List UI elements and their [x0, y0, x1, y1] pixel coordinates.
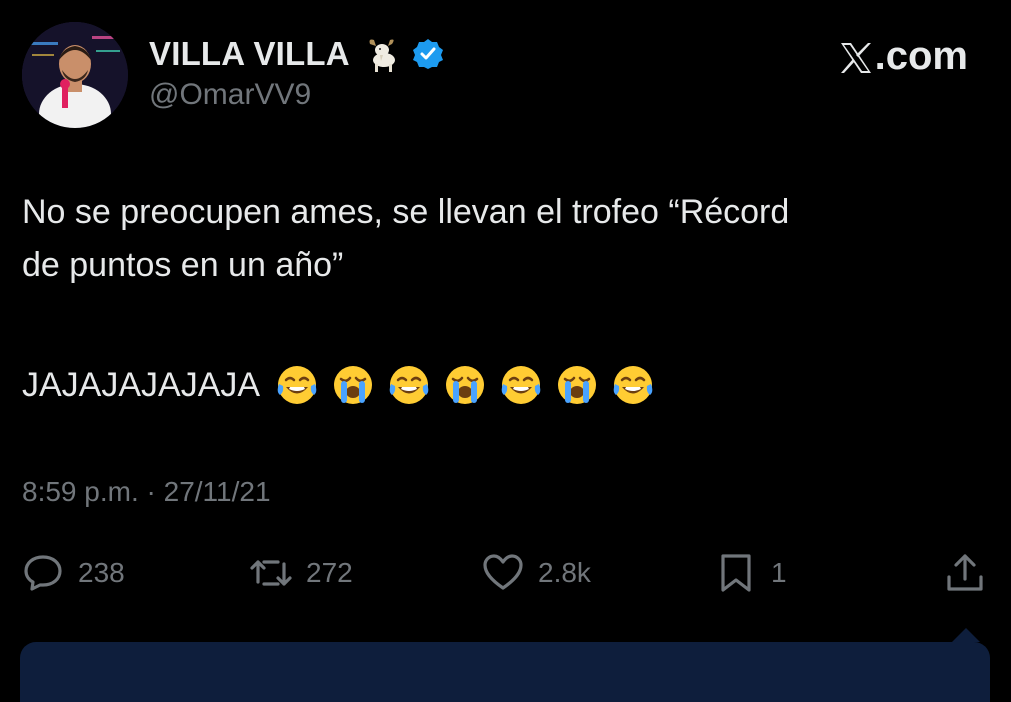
source-label: .com	[839, 34, 968, 79]
reply-button[interactable]: 238	[22, 552, 125, 594]
loudly-crying-face-icon	[442, 362, 488, 408]
goat-emoji-icon	[362, 34, 402, 74]
bottom-bar-notch	[952, 628, 980, 642]
tweet-text-line: No se preocupen ames, se llevan el trofe…	[22, 193, 790, 231]
author-block: VILLA VILLA @OmarVV9	[149, 32, 444, 112]
tweet-header: VILLA VILLA @OmarVV9 .com	[20, 20, 990, 132]
face-with-tears-of-joy-icon	[610, 362, 656, 408]
action-bar: 238 272 2.8k 1	[22, 552, 988, 598]
bookmark-button[interactable]: 1	[715, 552, 787, 594]
source-domain: .com	[874, 34, 968, 78]
name-row: VILLA VILLA	[149, 32, 444, 76]
verified-badge-icon	[412, 38, 444, 70]
tweet-text-line: de puntos en un año”	[22, 245, 344, 284]
tweet-date: 27/11/21	[163, 476, 271, 507]
laugh-text: JAJAJAJAJAJA	[22, 365, 261, 404]
display-name[interactable]: VILLA VILLA	[149, 35, 350, 73]
share-button[interactable]	[944, 552, 986, 594]
like-count: 2.8k	[538, 557, 591, 588]
x-logo-icon	[839, 40, 873, 74]
bottom-panel	[20, 642, 990, 702]
emoji-row	[274, 362, 666, 408]
share-icon	[947, 554, 983, 591]
bookmark-icon	[721, 554, 751, 592]
retweet-icon	[250, 560, 292, 586]
face-with-tears-of-joy-icon	[274, 362, 320, 408]
timestamp-separator: ·	[146, 476, 156, 507]
retweet-button[interactable]: 272	[250, 552, 353, 594]
tweet-timestamp[interactable]: 8:59 p.m. · 27/11/21	[22, 476, 271, 508]
bookmark-count: 1	[771, 557, 787, 588]
avatar[interactable]	[22, 22, 128, 128]
loudly-crying-face-icon	[330, 362, 376, 408]
tweet-laugh-line: JAJAJAJAJAJA	[22, 362, 666, 408]
like-button[interactable]: 2.8k	[482, 552, 591, 594]
face-with-tears-of-joy-icon	[386, 362, 432, 408]
heart-icon	[483, 554, 523, 590]
author-handle[interactable]: @OmarVV9	[149, 78, 444, 112]
reply-icon	[24, 555, 62, 591]
retweet-count: 272	[306, 557, 353, 588]
loudly-crying-face-icon	[554, 362, 600, 408]
reply-count: 238	[78, 557, 125, 588]
face-with-tears-of-joy-icon	[498, 362, 544, 408]
tweet-time: 8:59 p.m.	[22, 476, 139, 507]
tweet-text: No se preocupen ames, se llevan el trofe…	[22, 186, 982, 291]
